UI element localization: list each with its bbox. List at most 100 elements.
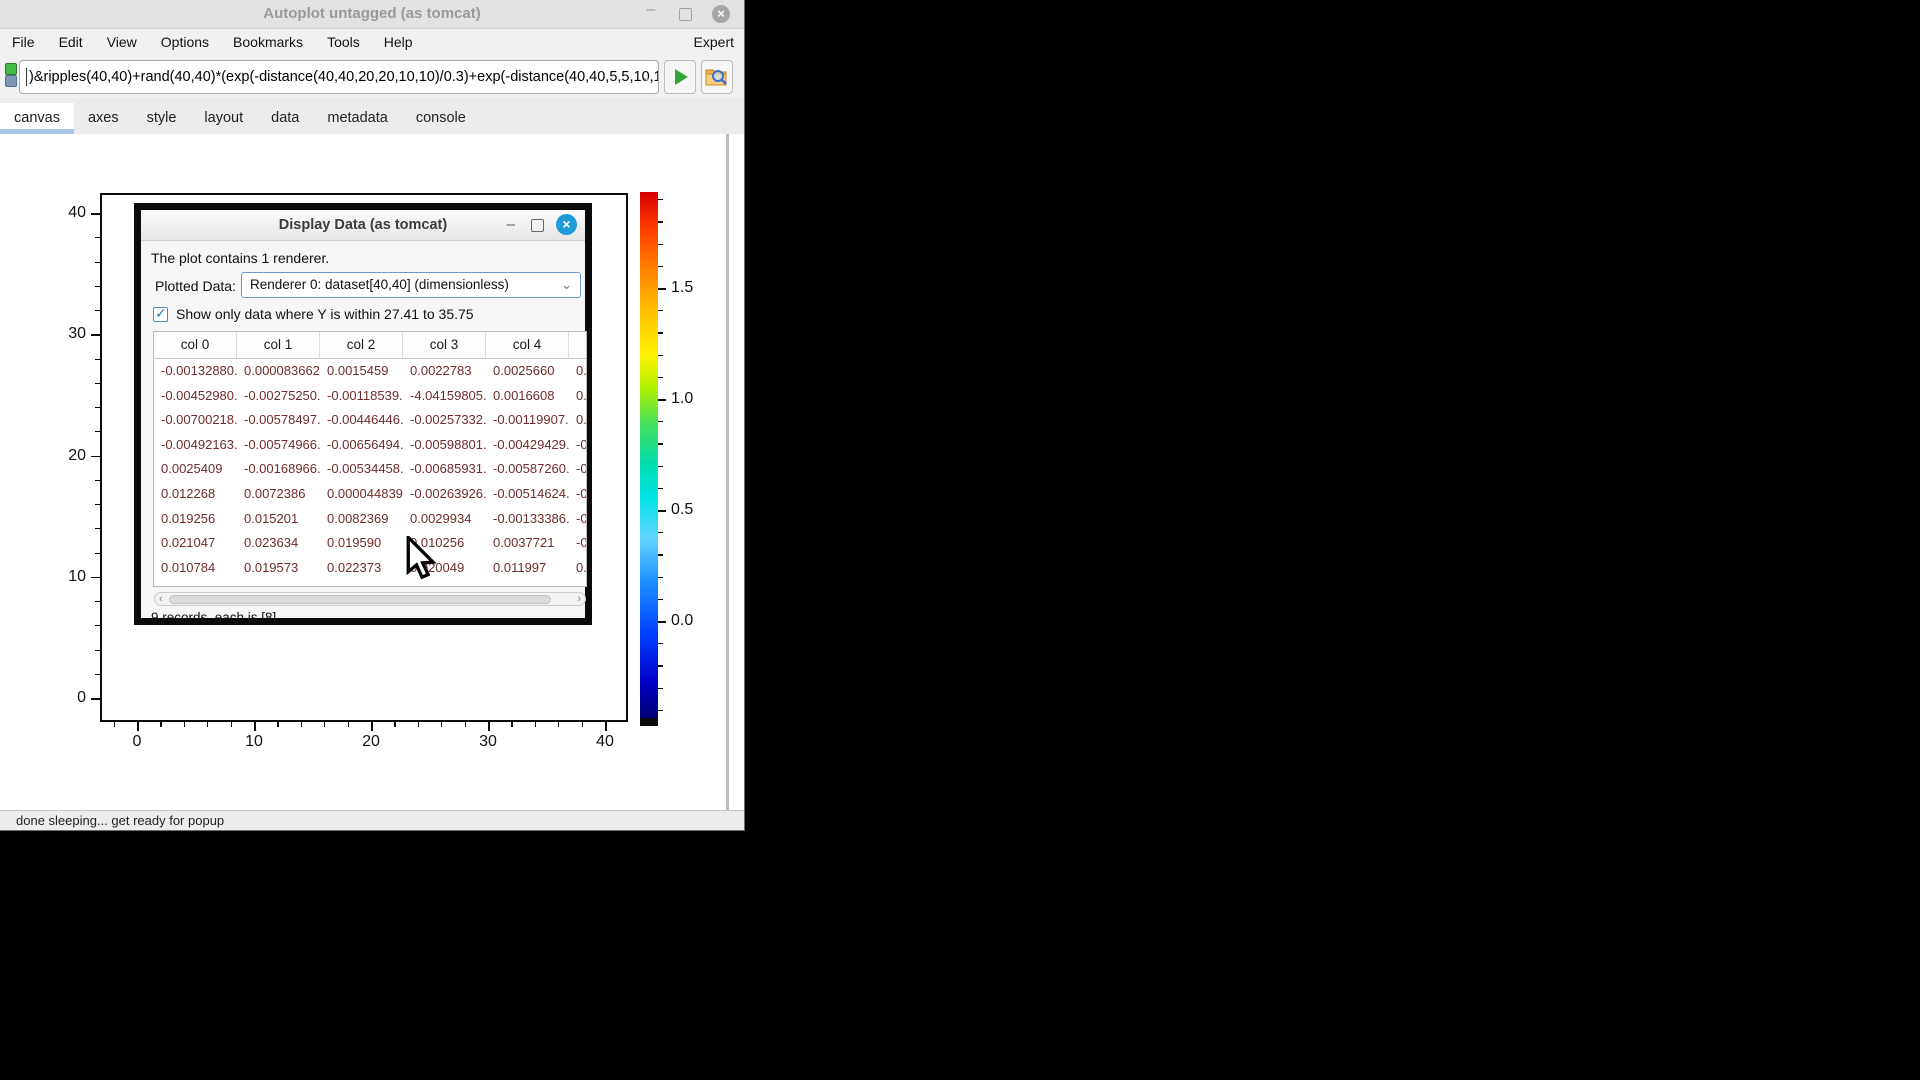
mouse-cursor (405, 536, 439, 585)
tab-style[interactable]: style (133, 103, 191, 134)
colorbar-minor-tick (658, 643, 663, 644)
table-cell: -0.0 (569, 457, 587, 482)
tab-layout[interactable]: layout (190, 103, 257, 134)
tab-console[interactable]: console (402, 103, 480, 134)
scrollbar-thumb[interactable] (169, 595, 551, 604)
x-minor-tick (114, 722, 115, 727)
chevron-down-icon: ⌄ (561, 273, 572, 297)
table-row[interactable]: -0.00492163...-0.00574966...-0.00656494.… (154, 433, 586, 458)
colorbar-minor-tick (658, 665, 663, 666)
minimize-button[interactable]: – (642, 2, 660, 19)
table-cell: 0.00 (569, 408, 587, 433)
uri-text: )&ripples(40,40)+rand(40,40)*(exp(-dista… (20, 69, 659, 85)
y-minor-tick (95, 625, 100, 626)
table-row[interactable]: 0.0210470.0236340.0195900.0102560.003772… (154, 531, 586, 556)
column-header (569, 332, 587, 358)
table-cell: -0.00587260... (486, 457, 569, 482)
tab-metadata[interactable]: metadata (313, 103, 401, 134)
horizontal-scrollbar[interactable]: ‹ › (154, 592, 586, 606)
y-tick-label: 20 (54, 447, 86, 465)
table-cell: -0.00133386... (486, 507, 569, 532)
table-cell: 0.0016608 (486, 384, 569, 409)
y-minor-tick (95, 383, 100, 384)
table-row[interactable]: 0.0025409-0.00168966...-0.00534458...-0.… (154, 457, 586, 482)
dialog-close-button[interactable]: × (556, 214, 577, 235)
autoplot-window: Autoplot untagged (as tomcat) – × Expert… (0, 0, 745, 831)
dialog-titlebar[interactable]: Display Data (as tomcat) – × (141, 210, 585, 241)
table-cell: -0.00446446... (320, 408, 403, 433)
table-row[interactable]: -0.00452980...-0.00275250...-0.00118539.… (154, 384, 586, 409)
plotted-data-select[interactable]: Renderer 0: dataset[40,40] (dimensionles… (241, 272, 581, 298)
column-header: col 2 (320, 332, 403, 358)
expert-mode-label[interactable]: Expert (694, 29, 734, 56)
colorbar-minor-tick (658, 532, 663, 533)
table-row[interactable]: 0.0122680.00723860.000044839-0.00263926.… (154, 482, 586, 507)
uri-toolbar: )&ripples(40,40)+rand(40,40)*(exp(-dista… (0, 56, 744, 98)
x-minor-tick (207, 722, 208, 727)
uri-dropdown-arrow-icon[interactable]: ⌄ (641, 69, 652, 85)
x-major-tick (137, 722, 139, 731)
uri-input[interactable]: )&ripples(40,40)+rand(40,40)*(exp(-dista… (19, 60, 659, 94)
plot-go-button[interactable] (664, 60, 696, 94)
scroll-left-arrow-icon[interactable]: ‹ (159, 593, 163, 605)
close-button[interactable]: × (712, 5, 730, 23)
colorbar-minor-tick (658, 332, 663, 333)
y-minor-tick (95, 310, 100, 311)
scroll-right-arrow-icon[interactable]: › (577, 593, 581, 605)
maximize-button[interactable] (679, 8, 692, 21)
table-cell: -0.00700218... (154, 408, 237, 433)
colorbar[interactable] (640, 192, 658, 718)
table-cell: 0.023634 (237, 531, 320, 556)
table-cell: -0.00656494... (320, 433, 403, 458)
x-minor-tick (441, 722, 442, 727)
table-cell: -0.00118539... (320, 384, 403, 409)
table-header: col 0col 1col 2col 3col 4 (154, 332, 586, 359)
tab-axes[interactable]: axes (74, 103, 133, 134)
y-major-tick (91, 577, 100, 579)
table-row[interactable]: -0.00132880...0.0000836620.00154590.0022… (154, 359, 586, 384)
x-minor-tick (231, 722, 232, 727)
colorbar-major-tick (658, 621, 666, 623)
inspect-uri-button[interactable] (701, 60, 733, 94)
y-minor-tick (95, 286, 100, 287)
x-minor-tick (418, 722, 419, 727)
menu-options[interactable]: Options (149, 29, 221, 56)
dialog-minimize-button[interactable]: – (507, 213, 515, 237)
x-minor-tick (160, 722, 161, 727)
menu-bookmarks[interactable]: Bookmarks (221, 29, 315, 56)
colorbar-major-tick (658, 510, 666, 512)
menu-view[interactable]: View (95, 29, 149, 56)
menu-tools[interactable]: Tools (315, 29, 372, 56)
data-table[interactable]: col 0col 1col 2col 3col 4 -0.00132880...… (153, 331, 587, 587)
dialog-maximize-button[interactable] (531, 219, 544, 232)
colorbar-minor-tick (658, 421, 663, 422)
records-summary: 9 records, each is [8] (151, 610, 276, 625)
colorbar-minor-tick (658, 688, 663, 689)
table-row[interactable]: -0.00700218...-0.00578497...-0.00446446.… (154, 408, 586, 433)
table-cell: 0.00 (569, 384, 587, 409)
table-cell: 0.0082369 (320, 507, 403, 532)
table-cell: -4.04159805... (403, 384, 486, 409)
y-minor-tick (95, 504, 100, 505)
tab-canvas[interactable]: canvas (0, 103, 74, 134)
colorbar-minor-tick (658, 199, 663, 200)
table-cell: 0.019256 (154, 507, 237, 532)
window-titlebar[interactable]: Autoplot untagged (as tomcat) – × (0, 0, 744, 29)
tab-data[interactable]: data (257, 103, 313, 134)
colorbar-minor-tick (658, 710, 663, 711)
table-row[interactable]: 0.0192560.0152010.00823690.0029934-0.001… (154, 507, 586, 532)
menu-edit[interactable]: Edit (47, 29, 95, 56)
menu-file[interactable]: File (0, 29, 47, 56)
plotted-data-value: Renderer 0: dataset[40,40] (dimensionles… (250, 273, 509, 297)
colorbar-minor-tick (658, 466, 663, 467)
menu-help[interactable]: Help (372, 29, 425, 56)
table-cell: -0.00119907... (486, 408, 569, 433)
y-major-tick (91, 213, 100, 215)
table-row[interactable]: 0.0107840.0195730.0223730.0200490.011997… (154, 556, 586, 581)
filter-checkbox[interactable]: ✓ (153, 307, 168, 322)
table-cell: -0.00578497... (237, 408, 320, 433)
table-cell: -0.00574966... (237, 433, 320, 458)
table-cell: -0.00168966... (237, 457, 320, 482)
x-tick-label: 10 (236, 733, 272, 751)
column-header: col 0 (154, 332, 237, 358)
